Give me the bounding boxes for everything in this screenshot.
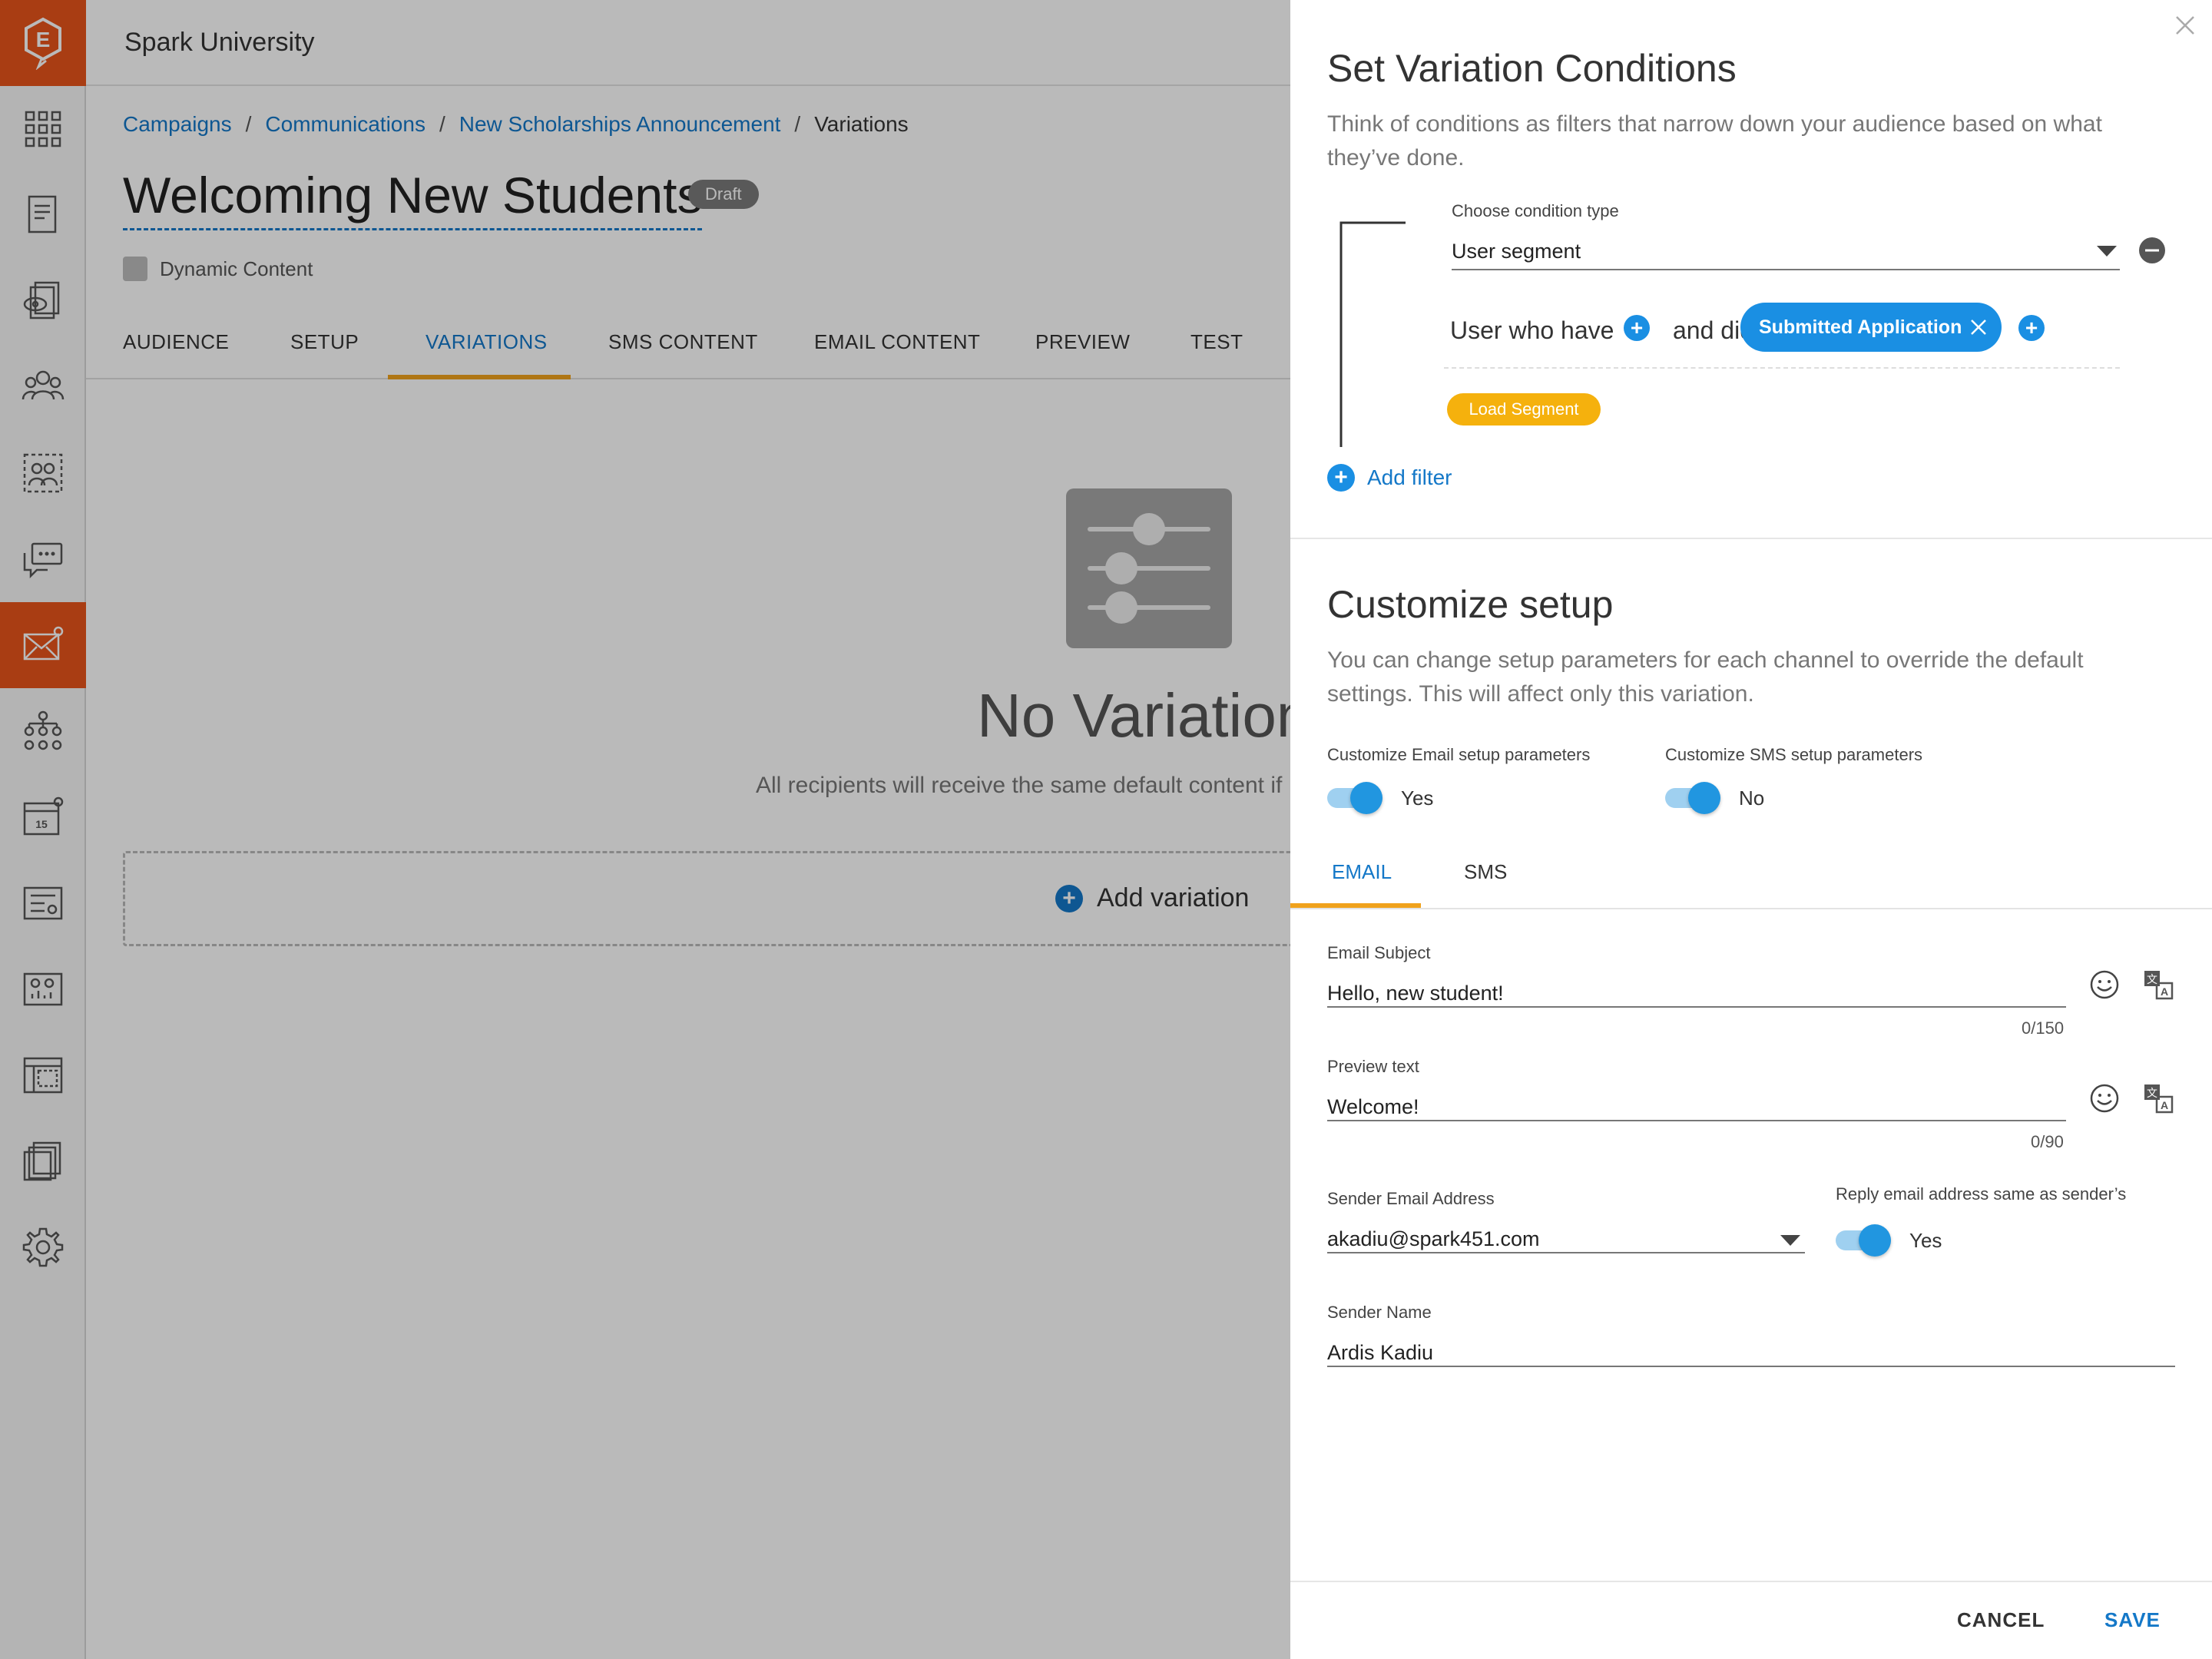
email-subject-counter: 0/150 xyxy=(2022,1018,2065,1038)
sender-email-label: Sender Email Address xyxy=(1327,1189,1495,1208)
preview-text-underline xyxy=(1327,1120,2066,1121)
svg-text:A: A xyxy=(2161,985,2168,998)
translate-icon[interactable]: 文 A xyxy=(2141,968,2175,1002)
email-setup-toggle-value: Yes xyxy=(1401,786,1434,810)
reply-same-value: Yes xyxy=(1909,1229,1942,1252)
sms-setup-toggle-value: No xyxy=(1739,786,1765,810)
chevron-down-icon[interactable] xyxy=(1779,1233,1802,1247)
email-setup-toggle[interactable] xyxy=(1327,782,1382,814)
footer-divider xyxy=(1290,1581,2212,1582)
reply-same-label: Reply email address same as sender’s xyxy=(1836,1184,2127,1204)
remove-condition-icon[interactable] xyxy=(2138,237,2166,264)
close-icon[interactable] xyxy=(2174,14,2197,37)
add-filter-button[interactable]: + Add filter xyxy=(1327,464,1452,492)
preview-text-counter: 0/90 xyxy=(2031,1132,2064,1151)
modal-backdrop[interactable] xyxy=(0,0,1290,1659)
sender-email-select[interactable]: akadiu@spark451.com xyxy=(1327,1227,1540,1251)
emoji-icon[interactable] xyxy=(2088,968,2121,1002)
emoji-icon[interactable] xyxy=(2088,1081,2121,1115)
svg-text:文: 文 xyxy=(2147,974,2157,986)
condition-chip-label: Submitted Application xyxy=(1759,316,1962,338)
add-action-icon[interactable]: + xyxy=(2018,315,2045,341)
tab-email[interactable]: EMAIL xyxy=(1332,860,1392,884)
condition-bracket xyxy=(1339,221,1406,447)
add-property-icon[interactable]: + xyxy=(1624,315,1650,341)
panel-tabs-divider xyxy=(1290,908,2212,909)
email-subject-underline xyxy=(1327,1006,2066,1008)
cancel-button[interactable]: CANCEL xyxy=(1957,1608,2045,1632)
add-filter-label: Add filter xyxy=(1367,465,1452,489)
conditions-title: Set Variation Conditions xyxy=(1327,47,1737,90)
section-divider xyxy=(1290,538,2212,539)
sender-name-input[interactable]: Ardis Kadiu xyxy=(1327,1341,1433,1365)
condition-type-underline xyxy=(1452,269,2120,270)
svg-text:A: A xyxy=(2161,1099,2168,1111)
preview-text-label: Preview text xyxy=(1327,1057,1419,1076)
email-setup-toggle-label: Customize Email setup parameters xyxy=(1327,745,1591,764)
email-subject-input[interactable]: Hello, new student! xyxy=(1327,982,1504,1005)
translate-icon[interactable]: 文 A xyxy=(2141,1081,2175,1115)
load-segment-button[interactable]: Load Segment xyxy=(1447,393,1601,426)
customize-description: You can change setup parameters for each… xyxy=(1327,647,2084,707)
sender-name-underline xyxy=(1327,1366,2175,1367)
plus-icon: + xyxy=(1327,464,1355,492)
sms-setup-toggle[interactable] xyxy=(1665,782,1720,814)
tab-sms[interactable]: SMS xyxy=(1464,860,1507,884)
user-who-have-label: User who have xyxy=(1450,316,1614,344)
sender-email-underline xyxy=(1327,1252,1805,1253)
condition-type-select[interactable]: User segment xyxy=(1452,240,1581,263)
condition-divider xyxy=(1444,367,2120,369)
condition-type-label: Choose condition type xyxy=(1452,201,1619,220)
condition-chip[interactable]: Submitted Application xyxy=(1740,303,2002,352)
svg-text:文: 文 xyxy=(2147,1088,2157,1100)
preview-text-input[interactable]: Welcome! xyxy=(1327,1095,1419,1119)
save-button[interactable]: SAVE xyxy=(2104,1608,2161,1632)
sender-name-label: Sender Name xyxy=(1327,1303,1432,1322)
customize-title: Customize setup xyxy=(1327,583,1614,626)
conditions-description: Think of conditions as filters that narr… xyxy=(1327,111,2102,171)
email-subject-label: Email Subject xyxy=(1327,943,1431,962)
sms-setup-toggle-label: Customize SMS setup parameters xyxy=(1665,745,1923,764)
chevron-down-icon[interactable] xyxy=(2095,244,2118,258)
variation-panel: Set Variation Conditions Think of condit… xyxy=(1290,0,2212,1659)
remove-chip-icon[interactable] xyxy=(1969,318,1988,336)
reply-same-toggle[interactable] xyxy=(1836,1224,1891,1257)
